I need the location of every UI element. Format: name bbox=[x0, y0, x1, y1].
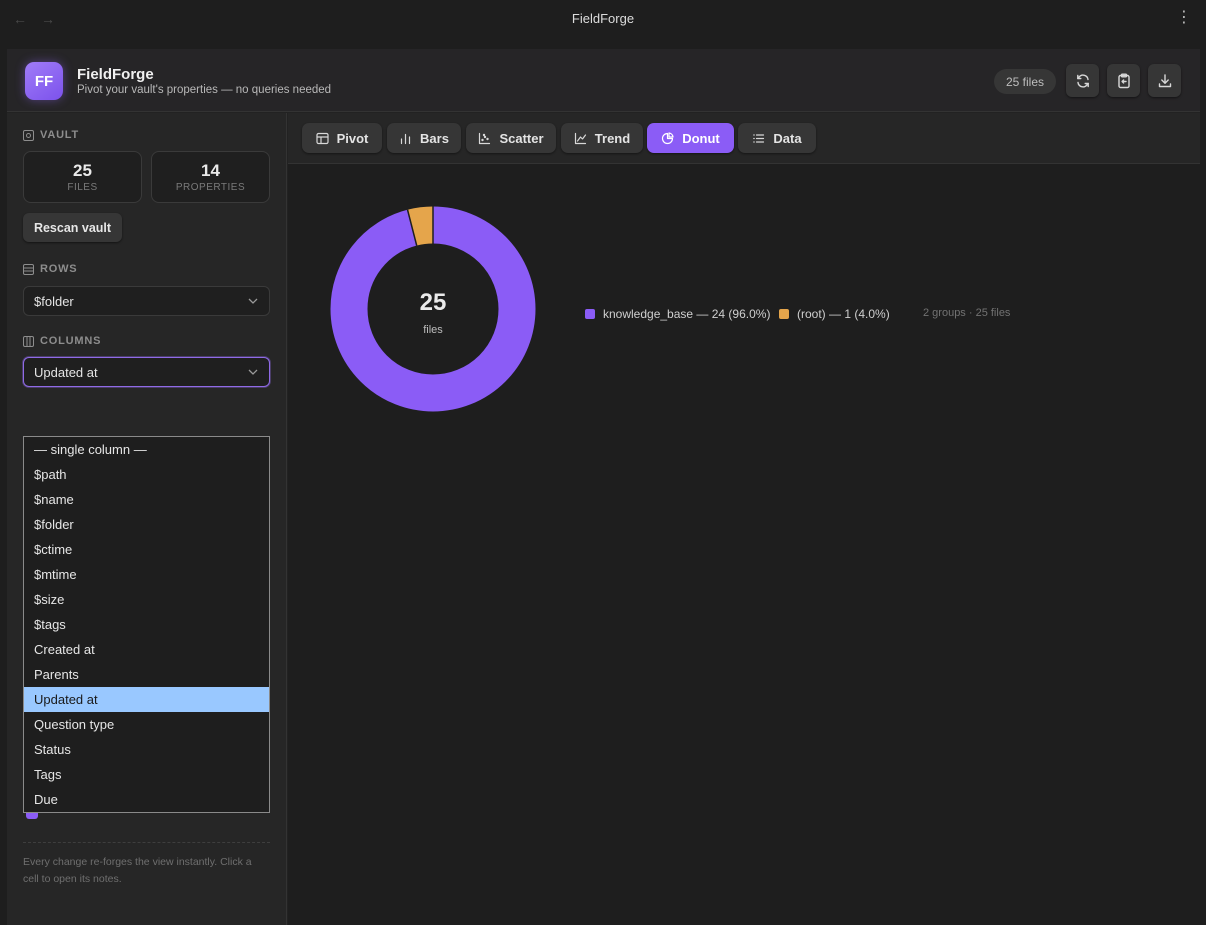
clipboard-icon bbox=[1117, 73, 1130, 88]
tab-label: Bars bbox=[420, 130, 449, 146]
table-icon bbox=[315, 132, 329, 144]
more-options-icon[interactable]: ⋮ bbox=[1176, 10, 1192, 26]
dropdown-option[interactable]: Updated at bbox=[24, 687, 269, 712]
rows-label: ROWS bbox=[40, 263, 78, 275]
dropdown-option[interactable]: Question type bbox=[24, 712, 269, 737]
dropdown-option[interactable]: $tags bbox=[24, 612, 269, 637]
divider bbox=[23, 842, 270, 843]
dropdown-option[interactable]: $name bbox=[24, 487, 269, 512]
main-view: Pivot Bars Scatter Trend Donut Data 25 files … bbox=[288, 113, 1200, 925]
tab-pivot[interactable]: Pivot bbox=[302, 123, 382, 153]
chevron-down-icon bbox=[248, 369, 258, 375]
legend-item-knowledge-base[interactable]: knowledge_base — 24 (96.0%) bbox=[585, 307, 770, 321]
scatter-icon bbox=[479, 132, 491, 144]
files-count: 25 bbox=[73, 161, 92, 180]
files-stat-card: 25 FILES bbox=[23, 151, 142, 203]
properties-count: 14 bbox=[201, 161, 220, 180]
refresh-icon bbox=[1076, 73, 1089, 88]
dropdown-option[interactable]: $mtime bbox=[24, 562, 269, 587]
dropdown-option[interactable]: — single column — bbox=[24, 437, 269, 462]
dropdown-option[interactable]: Parents bbox=[24, 662, 269, 687]
download-button[interactable] bbox=[1148, 64, 1181, 97]
files-stat-label: FILES bbox=[67, 182, 98, 193]
columns-select[interactable]: Updated at bbox=[23, 357, 270, 387]
refresh-button[interactable] bbox=[1066, 64, 1099, 97]
properties-stat-card: 14 PROPERTIES bbox=[151, 151, 270, 203]
window-titlebar: ← → FieldForge ⋮ bbox=[0, 0, 1206, 38]
groups-summary: 2 groups · 25 files bbox=[923, 307, 1011, 319]
columns-label: COLUMNS bbox=[40, 335, 102, 347]
tab-label: Donut bbox=[682, 130, 720, 146]
fieldforge-panel: FF FieldForge Pivot your vault's propert… bbox=[7, 49, 1200, 925]
dropdown-option[interactable]: $folder bbox=[24, 512, 269, 537]
tab-label: Data bbox=[773, 130, 802, 146]
dropdown-option[interactable]: $path bbox=[24, 462, 269, 487]
rows-select-value: $folder bbox=[34, 293, 74, 309]
dropdown-option[interactable]: Tags bbox=[24, 762, 269, 787]
sidebar: VAULT 25 FILES 14 PROPERTIES Rescan vaul… bbox=[7, 113, 287, 925]
donut-center-value: 25 bbox=[419, 289, 447, 316]
bar-chart-icon bbox=[400, 133, 411, 144]
list-icon bbox=[753, 133, 765, 143]
legend-swatch bbox=[585, 309, 595, 319]
columns-select-value: Updated at bbox=[34, 364, 98, 380]
legend-swatch bbox=[779, 309, 789, 319]
tab-label: Pivot bbox=[336, 130, 369, 146]
tab-label: Trend bbox=[594, 130, 631, 146]
dropdown-option[interactable]: $ctime bbox=[24, 537, 269, 562]
legend-item-root[interactable]: (root) — 1 (4.0%) bbox=[779, 307, 890, 321]
window-title: FieldForge bbox=[571, 11, 635, 26]
view-tabs: Pivot Bars Scatter Trend Donut Data bbox=[288, 113, 1200, 164]
tab-bars[interactable]: Bars bbox=[387, 123, 461, 153]
dropdown-option[interactable]: $size bbox=[24, 587, 269, 612]
app-tagline: Pivot your vault's properties — no queri… bbox=[77, 84, 332, 96]
vault-icon bbox=[23, 129, 34, 141]
tab-data[interactable]: Data bbox=[738, 123, 816, 153]
dropdown-option[interactable]: Due bbox=[24, 787, 269, 812]
vault-section-label: VAULT bbox=[23, 129, 79, 141]
vault-label: VAULT bbox=[40, 129, 80, 141]
line-chart-icon bbox=[574, 132, 586, 144]
chevron-down-icon bbox=[248, 298, 258, 304]
pie-chart-icon bbox=[662, 131, 674, 144]
columns-section-label: COLUMNS bbox=[23, 335, 101, 347]
files-count-badge: 25 files bbox=[994, 69, 1056, 94]
legend-label: knowledge_base — 24 (96.0%) bbox=[603, 307, 771, 321]
donut-center-label: files bbox=[423, 324, 443, 336]
app-header: FF FieldForge Pivot your vault's propert… bbox=[7, 49, 1200, 112]
rows-select[interactable]: $folder bbox=[23, 286, 270, 316]
sidebar-hint: Every change re-forges the view instantl… bbox=[23, 856, 252, 885]
dropdown-option[interactable]: Created at bbox=[24, 637, 269, 662]
download-icon bbox=[1158, 73, 1171, 87]
tab-label: Scatter bbox=[499, 130, 544, 146]
dropdown-option[interactable]: Status bbox=[24, 737, 269, 762]
tab-scatter[interactable]: Scatter bbox=[466, 123, 556, 153]
properties-stat-label: PROPERTIES bbox=[175, 182, 246, 193]
legend-label: (root) — 1 (4.0%) bbox=[797, 307, 890, 321]
app-logo: FF bbox=[25, 62, 63, 100]
columns-dropdown-list[interactable]: — single column — $path $name $folder $ctime… bbox=[23, 436, 270, 813]
rescan-vault-button[interactable]: Rescan vault bbox=[23, 213, 122, 242]
tab-trend[interactable]: Trend bbox=[561, 123, 643, 153]
copy-clipboard-button[interactable] bbox=[1107, 64, 1140, 97]
tab-donut[interactable]: Donut bbox=[647, 123, 734, 153]
rows-icon bbox=[23, 263, 34, 275]
columns-icon bbox=[23, 335, 34, 347]
rows-section-label: ROWS bbox=[23, 263, 77, 275]
app-name: FieldForge bbox=[77, 66, 154, 83]
